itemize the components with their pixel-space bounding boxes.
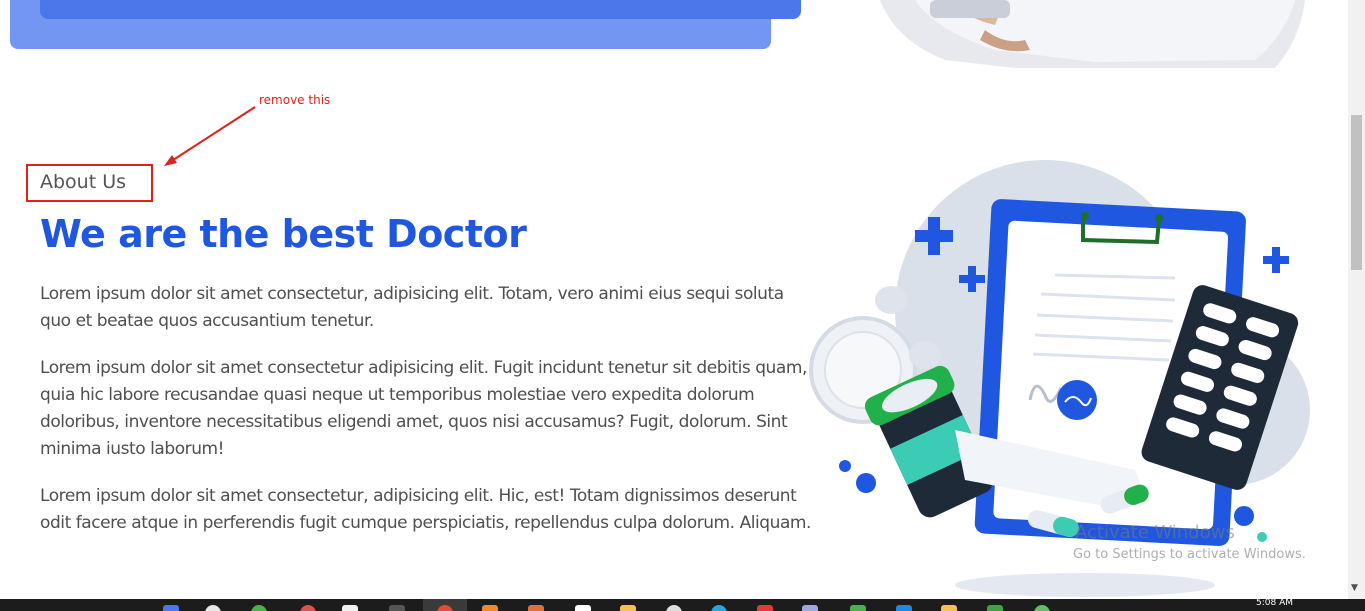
taskbar-app-icon[interactable]	[987, 605, 1003, 611]
taskbar-app-icon[interactable]	[711, 605, 727, 611]
about-paragraph-1: Lorem ipsum dolor sit amet consectetur, …	[40, 284, 784, 331]
taskbar-app-icon[interactable]	[342, 605, 358, 611]
page-scrollbar[interactable]	[1348, 0, 1365, 599]
medical-illustration	[805, 160, 1325, 600]
taskbar-app-icon[interactable]	[205, 605, 221, 611]
taskbar-app-icon[interactable]	[941, 605, 957, 611]
taskbar-app-icon[interactable]	[389, 605, 405, 611]
taskbar-app-icon[interactable]	[528, 605, 544, 611]
scrollbar-thumb[interactable]	[1351, 115, 1362, 270]
doctor-photo-graphic	[880, 0, 1305, 68]
taskbar-app-icon[interactable]	[666, 605, 682, 611]
taskbar-app-icon[interactable]	[300, 605, 316, 611]
activate-windows-subtitle: Go to Settings to activate Windows.	[1073, 547, 1306, 562]
taskbar-app-icon[interactable]	[163, 605, 179, 611]
annotation-note: remove this	[259, 93, 331, 107]
annotation-arrow-icon	[164, 106, 256, 166]
taskbar-clock[interactable]: 5:08 AM	[1256, 599, 1293, 608]
activate-windows-title: Activate Windows	[1075, 522, 1235, 543]
clipboard-pills-illustration	[809, 160, 1310, 597]
taskbar-app-icon[interactable]	[575, 605, 591, 611]
about-eyebrow: About Us	[40, 171, 127, 193]
scroll-down-arrow-icon[interactable]: ▼	[1351, 583, 1358, 593]
taskbar-app-icon[interactable]	[802, 605, 818, 611]
about-heading: We are the best Doctor	[40, 212, 527, 256]
hero-doctor-image	[855, 0, 1305, 68]
about-paragraph-2: Lorem ipsum dolor sit amet consectetur a…	[40, 358, 807, 459]
taskbar-app-icon[interactable]	[1034, 605, 1050, 611]
taskbar-app-icon[interactable]	[251, 605, 267, 611]
taskbar-app-icon[interactable]	[757, 605, 773, 611]
hero-card	[40, 0, 801, 19]
taskbar-folder-icon[interactable]	[620, 605, 636, 611]
taskbar-app-icon[interactable]	[850, 605, 866, 611]
about-paragraph-3: Lorem ipsum dolor sit amet consectetur, …	[40, 486, 812, 533]
taskbar-app-icon[interactable]	[896, 605, 912, 611]
windows-taskbar: 5:08 AM	[0, 599, 1365, 611]
taskbar-app-icon[interactable]	[482, 605, 498, 611]
